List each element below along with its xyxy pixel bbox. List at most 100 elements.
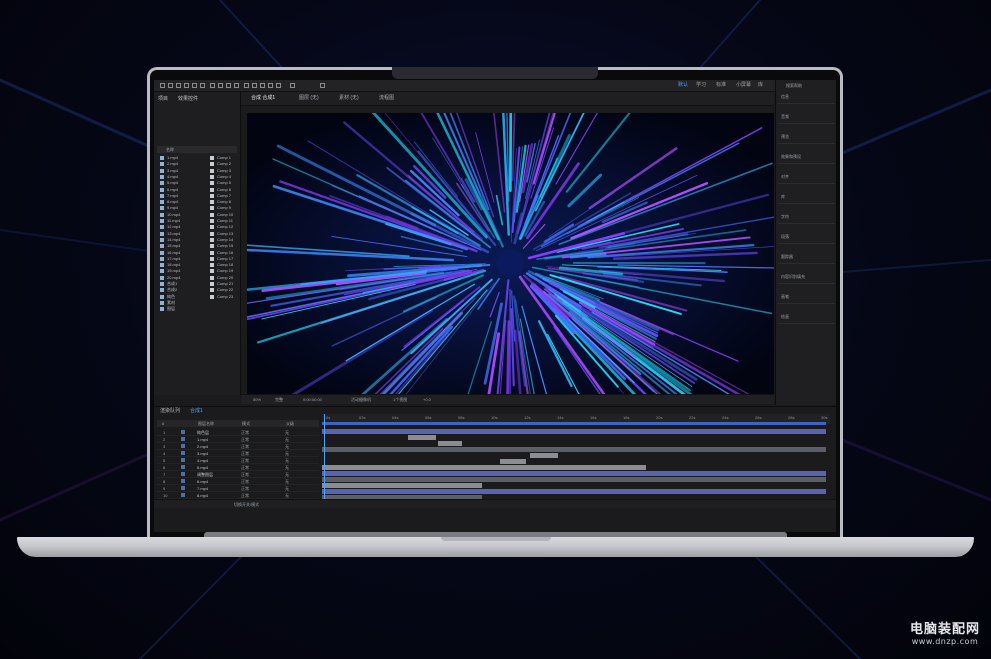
- layer-row[interactable]: 3 2.mp4 正常 无: [157, 443, 319, 450]
- layer-label-color[interactable]: [181, 486, 185, 490]
- layer-duration-bar[interactable]: [408, 435, 436, 440]
- panel-section-8[interactable]: 跟踪器: [781, 254, 793, 260]
- layer-label-color[interactable]: [181, 458, 185, 462]
- file-row[interactable]: 合成2 Comp 22: [158, 287, 236, 293]
- camera-tool-icon[interactable]: [200, 83, 205, 88]
- layer-row[interactable]: 5 4.mp4 正常 无: [157, 457, 319, 464]
- layer-label-color[interactable]: [181, 451, 185, 455]
- hand-tool-icon[interactable]: [176, 83, 181, 88]
- layer-row[interactable]: 9 7.mp4 正常 无: [157, 485, 319, 492]
- tab-footage[interactable]: 素材 (无): [339, 95, 359, 102]
- panel-section-7[interactable]: 段落: [781, 234, 789, 240]
- column-name-label[interactable]: 名称: [166, 147, 174, 152]
- layer-label-color[interactable]: [181, 493, 185, 497]
- layer-label-color[interactable]: [181, 465, 185, 469]
- workspace-learn[interactable]: 学习: [696, 81, 706, 90]
- panel-section-11[interactable]: 绘画: [781, 314, 789, 320]
- rectangle-tool-icon[interactable]: [218, 83, 223, 88]
- file-row[interactable]: 4.mp4 Comp 4: [158, 174, 236, 180]
- panel-section-1[interactable]: 音频: [781, 114, 789, 120]
- layer-label-color[interactable]: [181, 444, 185, 448]
- tab-project[interactable]: 项目: [158, 95, 168, 103]
- tab-comp-timeline[interactable]: 合成1: [190, 408, 203, 415]
- file-row[interactable]: 5.mp4 Comp 5: [158, 180, 236, 186]
- file-row[interactable]: 3.mp4 Comp 3: [158, 168, 236, 174]
- layer-label-color[interactable]: [181, 479, 185, 483]
- current-time[interactable]: 0:00:00:00: [303, 396, 322, 403]
- layer-label-color[interactable]: [181, 430, 185, 434]
- layer-duration-bar[interactable]: [322, 447, 826, 452]
- file-row[interactable]: 2.mp4 Comp 2: [158, 161, 236, 167]
- snapping-icon[interactable]: [290, 83, 295, 88]
- tab-flowchart[interactable]: 流程图: [379, 95, 394, 102]
- layer-duration-bar[interactable]: [322, 483, 482, 488]
- layer-duration-bar[interactable]: [530, 453, 558, 458]
- layer-duration-bar[interactable]: [438, 441, 462, 446]
- type-tool-icon[interactable]: [234, 83, 239, 88]
- eraser-tool-icon[interactable]: [260, 83, 265, 88]
- file-row[interactable]: 纯色 Comp 23: [158, 294, 236, 300]
- help-search-input[interactable]: 搜索帮助: [786, 83, 802, 89]
- zoom-level[interactable]: 50%: [253, 396, 261, 403]
- file-row[interactable]: 13.mp4 Comp 13: [158, 231, 236, 237]
- file-row[interactable]: 11.mp4 Comp 11: [158, 218, 236, 224]
- workspace-libraries[interactable]: 库: [758, 81, 763, 90]
- panel-section-10[interactable]: 画笔: [781, 294, 789, 300]
- file-row[interactable]: 素材: [158, 300, 236, 306]
- workspace-default[interactable]: 默认: [678, 81, 688, 90]
- layer-row[interactable]: 8 6.mp4 正常 无: [157, 478, 319, 485]
- rotate-tool-icon[interactable]: [192, 83, 197, 88]
- layer-label-color[interactable]: [181, 472, 185, 476]
- home-icon[interactable]: [160, 83, 165, 88]
- layer-row[interactable]: 4 3.mp4 正常 无: [157, 450, 319, 457]
- file-row[interactable]: 14.mp4 Comp 14: [158, 237, 236, 243]
- exposure-value[interactable]: +0.0: [423, 396, 431, 403]
- layer-row[interactable]: 10 8.mp4 正常 无: [157, 492, 319, 499]
- panel-section-3[interactable]: 效果和预设: [781, 154, 801, 160]
- layer-duration-bar[interactable]: [322, 489, 826, 494]
- file-row[interactable]: 10.mp4 Comp 10: [158, 212, 236, 218]
- file-row[interactable]: 7.mp4 Comp 7: [158, 193, 236, 199]
- layer-duration-bar[interactable]: [322, 429, 826, 434]
- panel-section-5[interactable]: 库: [781, 194, 785, 200]
- layer-duration-bar[interactable]: [322, 465, 646, 470]
- tab-effect-controls[interactable]: 效果控件: [178, 95, 198, 103]
- file-row[interactable]: 15.mp4 Comp 15: [158, 243, 236, 249]
- selection-tool-icon[interactable]: [168, 83, 173, 88]
- layer-duration-bar[interactable]: [500, 459, 526, 464]
- file-row[interactable]: 图层: [158, 306, 236, 312]
- roto-brush-tool-icon[interactable]: [268, 83, 273, 88]
- workspace-standard[interactable]: 标准: [716, 81, 726, 90]
- layer-row[interactable]: 2 1.mp4 正常 无: [157, 436, 319, 443]
- brush-tool-icon[interactable]: [244, 83, 249, 88]
- file-row[interactable]: 19.mp4 Comp 19: [158, 268, 236, 274]
- panel-section-9[interactable]: 内容识别填充: [781, 274, 805, 280]
- composition-viewer[interactable]: [247, 113, 774, 394]
- file-row[interactable]: 9.mp4 Comp 9: [158, 205, 236, 211]
- layer-row[interactable]: 1 纯色层 正常 无: [157, 429, 319, 436]
- active-camera-select[interactable]: 活动摄像机: [351, 396, 371, 403]
- toggle-switches-modes[interactable]: 切换开关/模式: [234, 501, 259, 508]
- file-row[interactable]: 12.mp4 Comp 12: [158, 224, 236, 230]
- column-parent[interactable]: 父级: [286, 421, 294, 426]
- work-area-bar[interactable]: [322, 422, 826, 425]
- layer-row[interactable]: 6 5.mp4 正常 无: [157, 464, 319, 471]
- align-icon[interactable]: [320, 83, 325, 88]
- view-layout-select[interactable]: 1个视图: [393, 396, 407, 403]
- clone-stamp-tool-icon[interactable]: [252, 83, 257, 88]
- layer-label-color[interactable]: [181, 437, 185, 441]
- panel-section-4[interactable]: 对齐: [781, 174, 789, 180]
- tab-layer[interactable]: 图层 (无): [299, 95, 319, 102]
- file-row[interactable]: 6.mp4 Comp 6: [158, 187, 236, 193]
- layer-duration-bar[interactable]: [322, 471, 826, 476]
- file-row[interactable]: 8.mp4 Comp 8: [158, 199, 236, 205]
- file-row[interactable]: 18.mp4 Comp 18: [158, 262, 236, 268]
- column-layer-name[interactable]: 图层名称: [198, 421, 214, 426]
- tab-render-queue[interactable]: 渲染队列: [160, 408, 180, 415]
- pen-tool-icon[interactable]: [226, 83, 231, 88]
- layer-row[interactable]: 7 调整图层 正常 无: [157, 471, 319, 478]
- panel-section-6[interactable]: 字符: [781, 214, 789, 220]
- zoom-tool-icon[interactable]: [184, 83, 189, 88]
- resolution-select[interactable]: 完整: [275, 396, 283, 403]
- file-row[interactable]: 17.mp4 Comp 17: [158, 256, 236, 262]
